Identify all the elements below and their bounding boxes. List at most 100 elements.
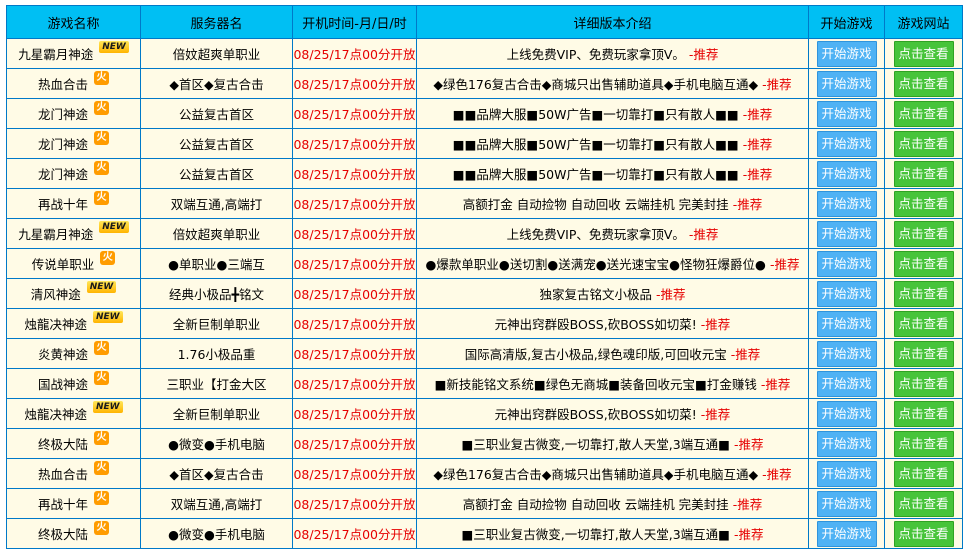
table-row: 再战十年火双端互通,高端打 08/25/17点00分开放 高额打金 自动捡物 自动回… — [6, 488, 963, 519]
game-name[interactable]: 龙门神途 — [38, 107, 88, 122]
description-cell: 高额打金 自动捡物 自动回收 云端挂机 完美封挂 -推荐 — [416, 188, 809, 219]
game-name[interactable]: 龙门神途 — [38, 167, 88, 182]
view-site-cell: 点击查看 — [884, 458, 963, 489]
start-game-button[interactable]: 开始游戏 — [816, 340, 877, 367]
view-site-button[interactable]: 点击查看 — [893, 190, 954, 217]
description: 上线免费VIP、免费玩家拿顶V。 — [506, 227, 685, 242]
server-name-cell: 倍妏超爽单职业 — [140, 218, 293, 249]
recommend-tag: -推荐 — [760, 377, 791, 392]
description: ◆绿色176复古合击◆商城只出售辅助道具◆手机电脑互通◆ — [433, 77, 759, 92]
view-site-cell: 点击查看 — [884, 188, 963, 219]
game-name-cell: 传说单职业火 — [6, 248, 141, 279]
game-name-cell: 龙门神途火 — [6, 128, 141, 159]
open-time-cell: 08/25/17点00分开放 — [292, 188, 417, 219]
description-cell: 上线免费VIP、免费玩家拿顶V。 -推荐 — [416, 218, 809, 249]
start-game-button[interactable]: 开始游戏 — [816, 490, 877, 517]
start-game-button[interactable]: 开始游戏 — [816, 280, 877, 307]
open-time-cell: 08/25/17点00分开放 — [292, 488, 417, 519]
server-name: 双端互通,高端打 — [170, 197, 263, 212]
view-site-button[interactable]: 点击查看 — [893, 280, 954, 307]
server-name-cell: 双端互通,高端打 — [140, 188, 293, 219]
game-name[interactable]: 国战神途 — [38, 377, 88, 392]
server-name: 三职业【打金大区 — [166, 377, 267, 392]
server-list-wrapper: 游戏名称 服务器名 开机时间-月/日/时 详细版本介绍 开始游戏 游戏网站 九星… — [6, 5, 963, 549]
hot-fire-icon: 火 — [94, 521, 109, 535]
game-name[interactable]: 传说单职业 — [32, 257, 95, 272]
view-site-button[interactable]: 点击查看 — [893, 40, 954, 67]
header-website: 游戏网站 — [884, 5, 963, 39]
open-time-cell: 08/25/17点00分开放 — [292, 398, 417, 429]
game-name[interactable]: 热血合击 — [38, 77, 88, 92]
view-site-button[interactable]: 点击查看 — [893, 160, 954, 187]
view-site-cell: 点击查看 — [884, 398, 963, 429]
view-site-button[interactable]: 点击查看 — [893, 130, 954, 157]
description: ■■品牌大服■50W广告■一切靠打■只有散人■■ — [452, 137, 739, 152]
server-name-cell: 全新巨制单职业 — [140, 398, 293, 429]
view-site-button[interactable]: 点击查看 — [893, 250, 954, 277]
game-name[interactable]: 龙门神途 — [38, 137, 88, 152]
hot-fire-icon: 火 — [94, 161, 109, 175]
view-site-button[interactable]: 点击查看 — [893, 490, 954, 517]
game-name[interactable]: 再战十年 — [38, 497, 88, 512]
hot-fire-icon: 火 — [94, 71, 109, 85]
hot-fire-icon: 火 — [94, 101, 109, 115]
description-cell: ■■品牌大服■50W广告■一切靠打■只有散人■■ -推荐 — [416, 98, 809, 129]
view-site-button[interactable]: 点击查看 — [893, 400, 954, 427]
open-time-cell: 08/25/17点00分开放 — [292, 278, 417, 309]
start-game-button[interactable]: 开始游戏 — [816, 100, 877, 127]
game-name[interactable]: 终极大陆 — [38, 437, 88, 452]
game-name[interactable]: 九星霸月神途 — [18, 227, 93, 242]
start-game-button[interactable]: 开始游戏 — [816, 40, 877, 67]
start-game-button[interactable]: 开始游戏 — [816, 370, 877, 397]
game-name[interactable]: 九星霸月神途 — [18, 47, 93, 62]
start-game-cell: 开始游戏 — [808, 428, 885, 459]
table-row: 终极大陆火 ●微变●手机电脑 08/25/17点00分开放 ■三职业复古微变,一切靠打… — [6, 518, 963, 549]
view-site-button[interactable]: 点击查看 — [893, 310, 954, 337]
server-name-cell: ●单职业●三端互 — [140, 248, 293, 279]
view-site-button[interactable]: 点击查看 — [893, 370, 954, 397]
view-site-button[interactable]: 点击查看 — [893, 340, 954, 367]
start-game-button[interactable]: 开始游戏 — [816, 160, 877, 187]
recommend-tag: -推荐 — [742, 167, 773, 182]
description: ■■品牌大服■50W广告■一切靠打■只有散人■■ — [452, 107, 739, 122]
start-game-button[interactable]: 开始游戏 — [816, 400, 877, 427]
view-site-button[interactable]: 点击查看 — [893, 70, 954, 97]
recommend-tag: -推荐 — [656, 287, 686, 302]
game-name[interactable]: 炎黄神途 — [38, 347, 88, 362]
view-site-button[interactable]: 点击查看 — [893, 430, 954, 457]
start-game-button[interactable]: 开始游戏 — [816, 520, 877, 547]
game-name[interactable]: 再战十年 — [38, 197, 88, 212]
game-name[interactable]: 热血合击 — [38, 467, 88, 482]
game-name[interactable]: 烛龍决神途 — [24, 407, 87, 422]
description: 高额打金 自动捡物 自动回收 云端挂机 完美封挂 — [462, 197, 729, 212]
start-game-button[interactable]: 开始游戏 — [816, 70, 877, 97]
game-name[interactable]: 烛龍决神途 — [24, 317, 87, 332]
game-name-cell: 再战十年火 — [6, 488, 141, 519]
start-game-button[interactable]: 开始游戏 — [816, 190, 877, 217]
start-game-button[interactable]: 开始游戏 — [816, 250, 877, 277]
table-row: 传说单职业火 ●单职业●三端互 08/25/17点00分开放 ●爆款单职业●送切割●送… — [6, 248, 963, 279]
start-game-button[interactable]: 开始游戏 — [816, 430, 877, 457]
new-badge-icon: NEW — [92, 311, 123, 323]
game-name[interactable]: 清风神途 — [31, 287, 81, 302]
server-name: 公益复古首区 — [178, 107, 254, 122]
table-row: 烛龍决神途 NEW 全新巨制单职业 08/25/17点00分开放 元神出窍群殴BOSS,… — [6, 308, 963, 339]
description-cell: ■三职业复古微变,一切靠打,散人天堂,3端互通■ -推荐 — [416, 518, 809, 549]
table-row: 热血合击火 ◆首区◆复古合击 08/25/17点00分开放 ◆绿色176复古合击◆商城… — [6, 458, 963, 489]
view-site-cell: 点击查看 — [884, 158, 963, 189]
start-game-button[interactable]: 开始游戏 — [816, 220, 877, 247]
table-row: 再战十年火双端互通,高端打 08/25/17点00分开放 高额打金 自动捡物 自动回… — [6, 188, 963, 219]
open-time: 08/25/17点00分开放 — [293, 497, 416, 512]
hot-fire-icon: 火 — [94, 341, 109, 355]
view-site-button[interactable]: 点击查看 — [893, 220, 954, 247]
view-site-button[interactable]: 点击查看 — [893, 100, 954, 127]
start-game-button[interactable]: 开始游戏 — [816, 130, 877, 157]
recommend-tag: -推荐 — [700, 407, 731, 422]
view-site-button[interactable]: 点击查看 — [893, 460, 954, 487]
view-site-button[interactable]: 点击查看 — [893, 520, 954, 547]
header-game-name: 游戏名称 — [6, 5, 141, 39]
start-game-button[interactable]: 开始游戏 — [816, 310, 877, 337]
server-name-cell: ◆首区◆复古合击 — [140, 68, 293, 99]
start-game-button[interactable]: 开始游戏 — [816, 460, 877, 487]
game-name-cell: 烛龍决神途 NEW — [6, 308, 141, 339]
